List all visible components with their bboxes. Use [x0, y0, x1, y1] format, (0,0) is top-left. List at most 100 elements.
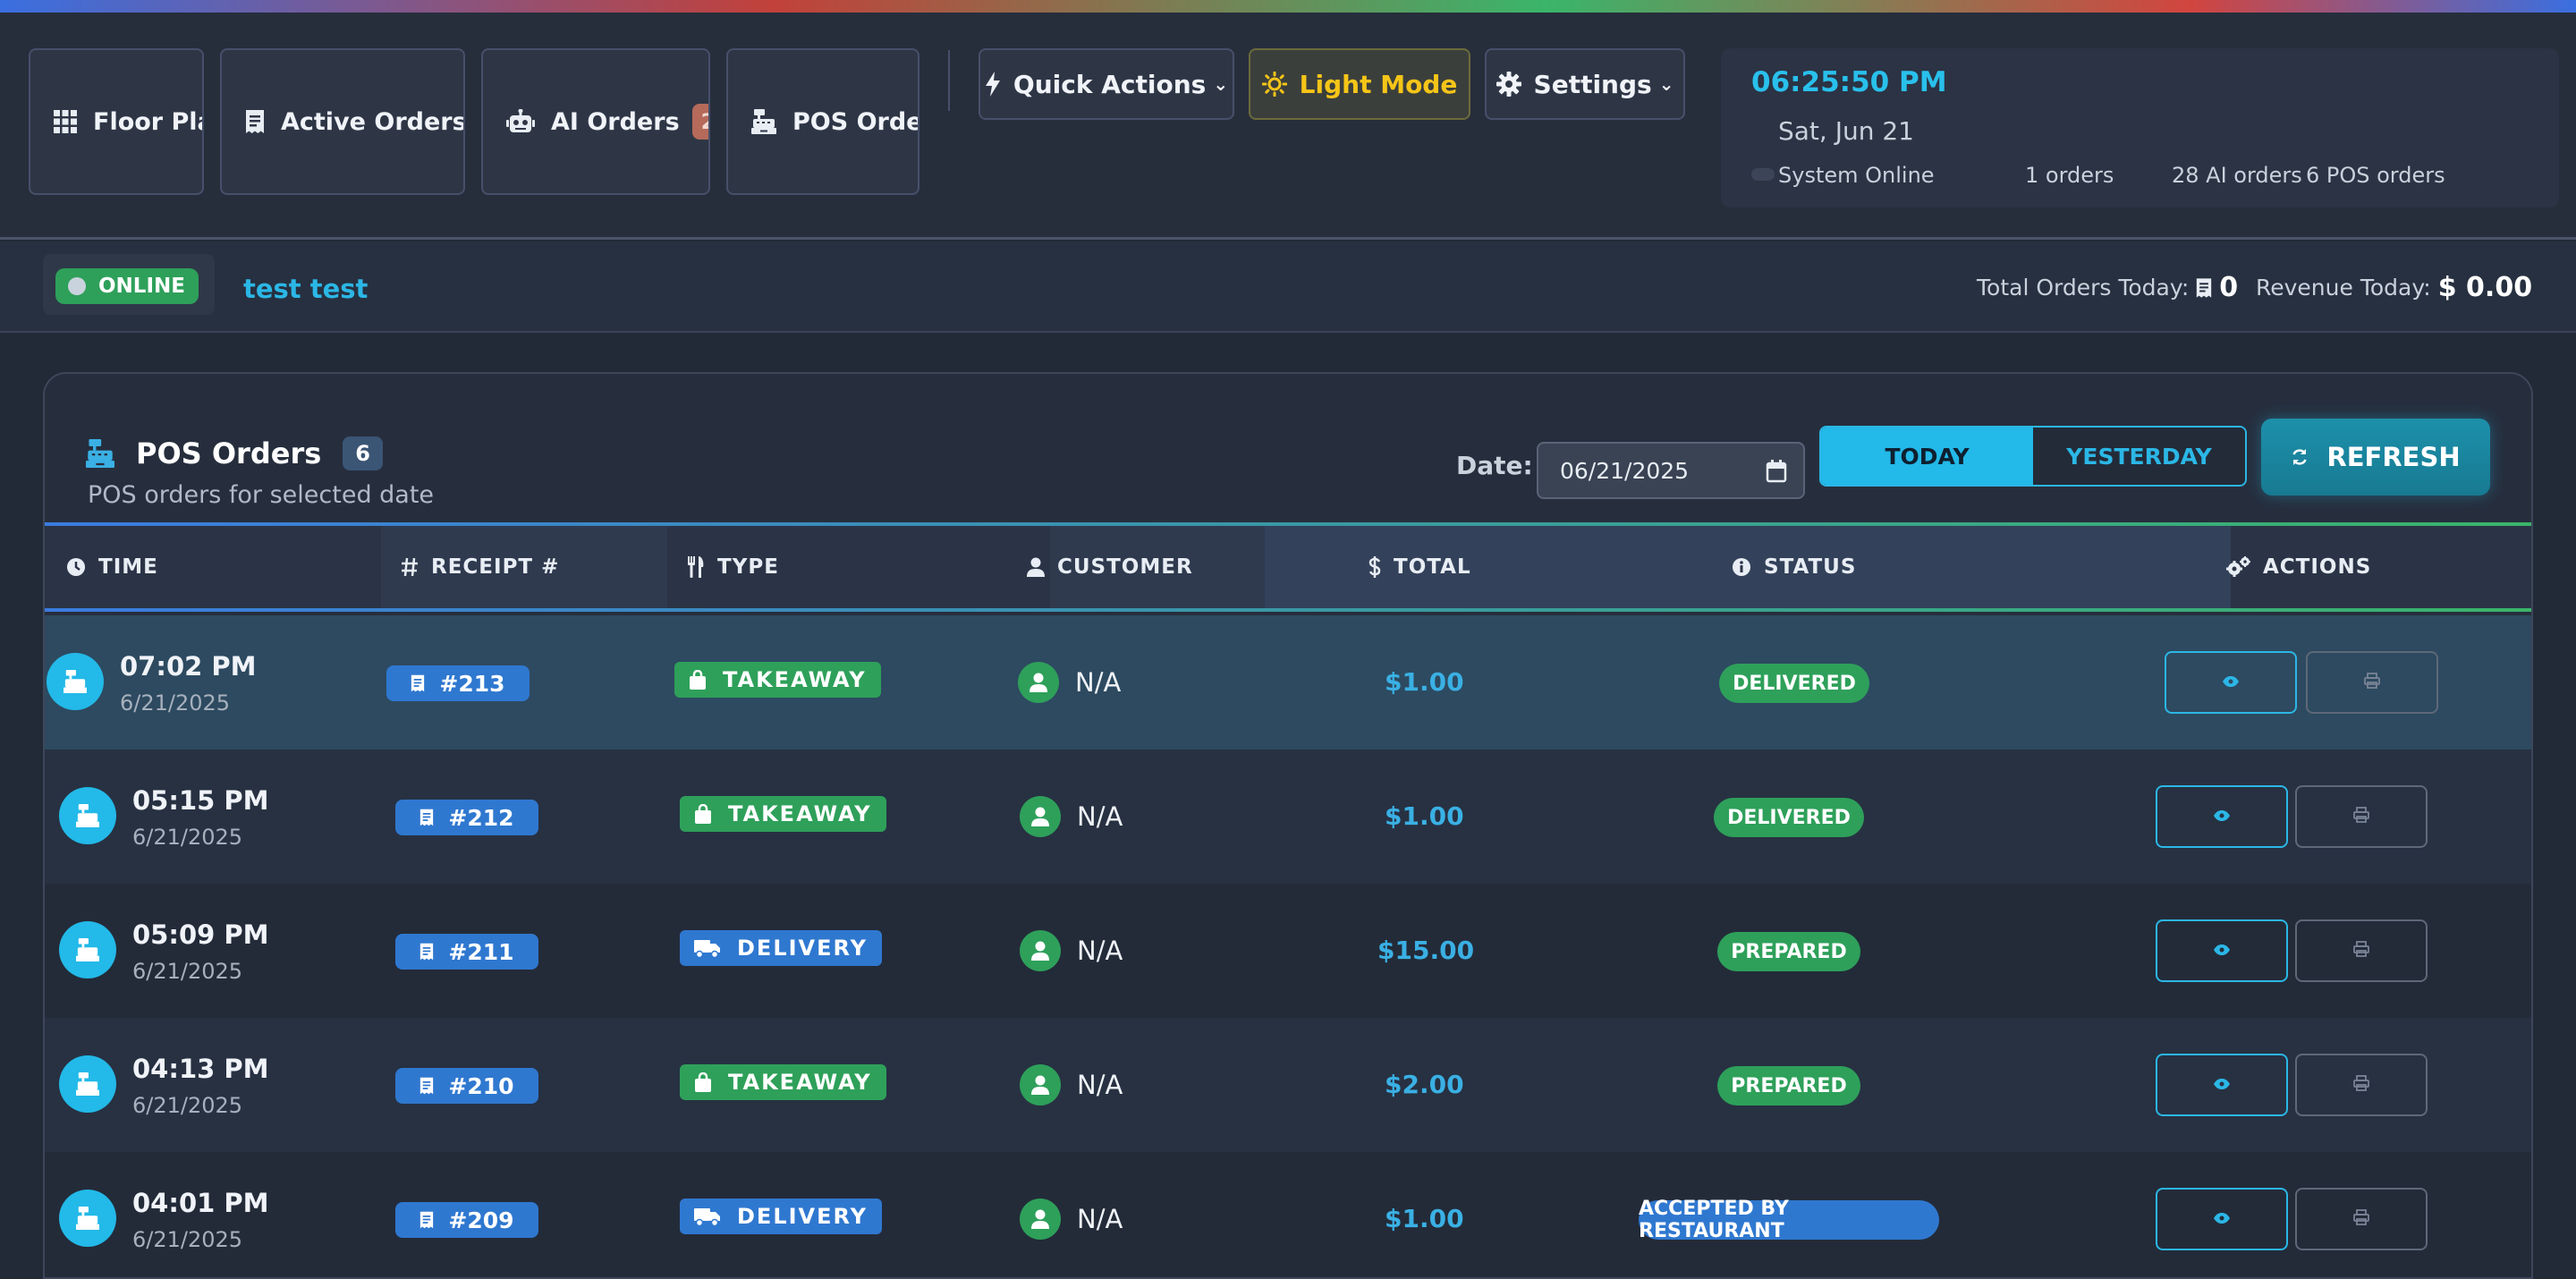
quick-actions-button[interactable]: Quick Actions ⌄: [979, 48, 1234, 120]
clock-panel: 06:25:50 PM Sat, Jun 21 System Online 1 …: [1721, 48, 2559, 208]
order-total: $2.00: [1385, 1070, 1464, 1099]
nav-ai-orders[interactable]: AI Orders 28: [481, 48, 710, 195]
nav-floor-plan-label: Floor Plan: [93, 107, 202, 136]
cash-register-icon: [86, 439, 114, 468]
revenue-value: $ 0.00: [2437, 272, 2533, 303]
revenue-label: Revenue Today:: [2256, 275, 2431, 301]
column-header-type[interactable]: TYPE: [687, 526, 779, 608]
table-row[interactable]: 07:02 PM 6/21/2025 #213 TAKEAWAY N/A $1.…: [45, 615, 2531, 750]
today-button[interactable]: TODAY: [1821, 428, 2033, 485]
nav-ai-orders-label: AI Orders: [551, 107, 680, 136]
panel-title: POS Orders 6: [86, 436, 383, 470]
total-orders-label: Total Orders Today:: [1977, 275, 2190, 301]
order-time: 07:02 PM: [120, 651, 257, 682]
print-icon: [2353, 1075, 2369, 1095]
chevron-down-icon: ⌄: [1213, 73, 1229, 95]
settings-button[interactable]: Settings ⌄: [1485, 48, 1685, 120]
print-receipt-button[interactable]: [2295, 1188, 2428, 1250]
status-badge: DELIVERED: [1719, 664, 1869, 703]
clock-time: 06:25:50 PM: [1751, 66, 1947, 98]
order-type-badge: TAKEAWAY: [680, 1064, 886, 1100]
refresh-label: REFRESH: [2326, 442, 2461, 472]
nav-pos-orders-label: POS Orders: [792, 107, 918, 136]
column-header-total[interactable]: TOTAL: [1368, 526, 1471, 608]
top-navigation-bar: Floor Plan Active Orders 1 AI Orders 28 …: [0, 13, 2576, 240]
gear-icon: [1496, 72, 1521, 97]
eye-icon: [2213, 1077, 2231, 1094]
table-row[interactable]: 04:01 PM 6/21/2025 #209 DELIVERY N/A $1.…: [45, 1152, 2531, 1277]
utensils-icon: [687, 556, 705, 578]
receipt-badge[interactable]: #211: [395, 934, 538, 970]
table-row[interactable]: 05:15 PM 6/21/2025 #212 TAKEAWAY N/A $1.…: [45, 750, 2531, 884]
ai-orders-count-badge: 28: [691, 104, 708, 140]
online-toggle[interactable]: ONLINE: [55, 268, 199, 304]
receipt-badge[interactable]: #210: [395, 1068, 538, 1104]
customer-name: N/A: [1077, 1070, 1123, 1100]
view-order-button[interactable]: [2156, 1054, 2288, 1116]
status-badge: PREPARED: [1717, 932, 1860, 971]
yesterday-button[interactable]: YESTERDAY: [2033, 428, 2245, 485]
order-type-badge: TAKEAWAY: [680, 796, 886, 832]
status-badge: DELIVERED: [1714, 798, 1864, 837]
order-type-label: DELIVERY: [737, 1204, 869, 1229]
column-header-status[interactable]: STATUS: [1732, 526, 1856, 608]
online-label: ONLINE: [98, 275, 185, 298]
panel-title-text: POS Orders: [136, 436, 322, 470]
order-date: 6/21/2025: [120, 690, 231, 716]
customer-name: N/A: [1077, 936, 1123, 966]
user-icon: [1020, 1064, 1061, 1105]
grid-icon: [54, 110, 77, 133]
quick-actions-label: Quick Actions: [1013, 69, 1207, 99]
print-icon: [2353, 1209, 2369, 1229]
order-type-label: DELIVERY: [737, 936, 869, 961]
column-header-actions[interactable]: ACTIONS: [2225, 526, 2371, 608]
ai-orders-count-text: 28 AI orders: [2172, 163, 2302, 188]
pos-orders-count-text: 6 POS orders: [2306, 163, 2445, 188]
panel-subtitle: POS orders for selected date: [88, 481, 435, 509]
receipt-badge[interactable]: #212: [395, 800, 538, 835]
toolbar-divider: [948, 50, 950, 111]
print-receipt-button[interactable]: [2295, 919, 2428, 982]
view-order-button[interactable]: [2156, 785, 2288, 848]
view-order-button[interactable]: [2156, 919, 2288, 982]
clock-icon: [66, 557, 86, 577]
pos-register-icon: [59, 1190, 116, 1247]
system-status-indicator: [1751, 168, 1775, 181]
nav-active-orders[interactable]: Active Orders 1: [220, 48, 465, 195]
order-date: 6/21/2025: [132, 959, 243, 984]
calendar-icon[interactable]: [1766, 460, 1787, 488]
shopping-bag-icon: [694, 804, 712, 824]
receipt-badge[interactable]: #213: [386, 665, 530, 701]
column-header-receipt-label: RECEIPT #: [431, 555, 560, 579]
table-row[interactable]: 05:09 PM 6/21/2025 #211 DELIVERY N/A $15…: [45, 884, 2531, 1018]
hash-icon: [401, 557, 419, 577]
user-icon: [1020, 796, 1061, 837]
total-orders-today: Total Orders Today: 0: [1977, 272, 2238, 303]
refresh-button[interactable]: REFRESH: [2261, 419, 2490, 496]
pos-register-icon: [47, 653, 104, 710]
nav-pos-orders[interactable]: POS Orders: [726, 48, 919, 195]
date-label: Date:: [1456, 451, 1533, 480]
customer-name: N/A: [1077, 801, 1123, 832]
nav-floor-plan[interactable]: Floor Plan: [29, 48, 204, 195]
order-time: 05:09 PM: [132, 919, 269, 950]
light-mode-toggle[interactable]: Light Mode: [1249, 48, 1470, 120]
print-receipt-button[interactable]: [2295, 785, 2428, 848]
chevron-down-icon: ⌄: [1658, 73, 1674, 95]
column-header-time[interactable]: TIME: [66, 526, 158, 608]
order-total: $15.00: [1377, 936, 1475, 965]
receipt-icon: [419, 1077, 434, 1095]
order-type-label: TAKEAWAY: [728, 1070, 872, 1095]
view-order-button[interactable]: [2156, 1188, 2288, 1250]
table-row[interactable]: 04:13 PM 6/21/2025 #210 TAKEAWAY N/A $2.…: [45, 1018, 2531, 1152]
print-receipt-button[interactable]: [2295, 1054, 2428, 1116]
receipt-badge[interactable]: #209: [395, 1202, 538, 1238]
view-order-button[interactable]: [2165, 651, 2297, 714]
print-receipt-button[interactable]: [2306, 651, 2438, 714]
eye-icon: [2222, 674, 2240, 691]
order-date: 6/21/2025: [132, 1093, 243, 1118]
refresh-icon: [2291, 448, 2309, 466]
date-input[interactable]: 06/21/2025: [1537, 442, 1805, 499]
column-header-customer[interactable]: CUSTOMER: [1027, 526, 1193, 608]
column-header-receipt[interactable]: RECEIPT #: [401, 526, 559, 608]
